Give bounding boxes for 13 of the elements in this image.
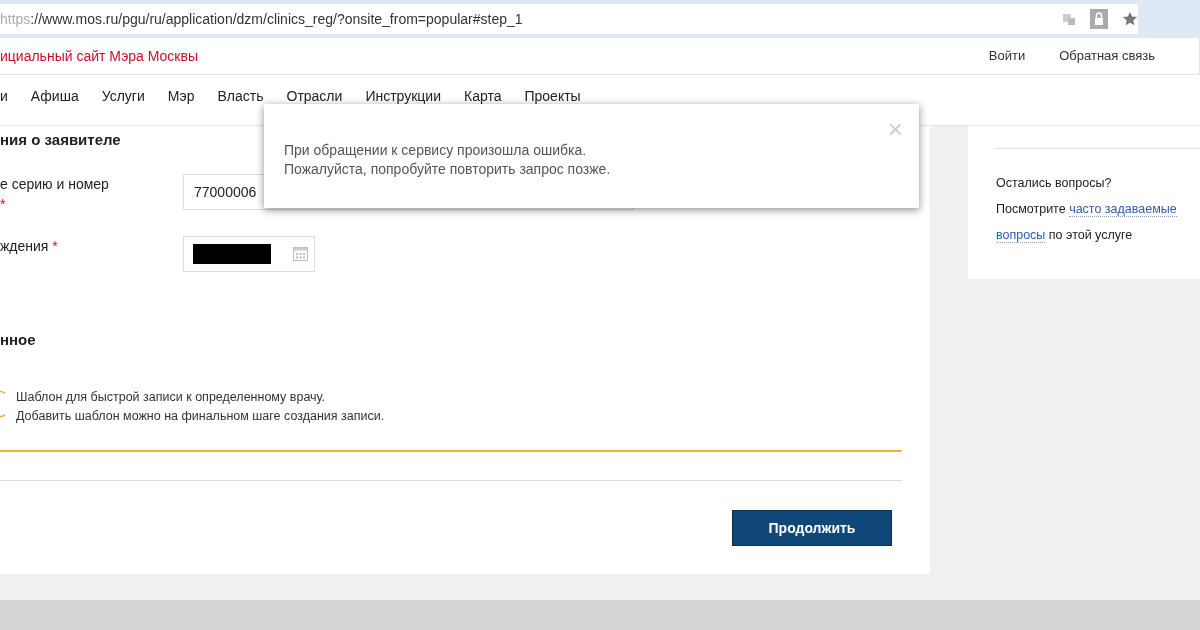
error-message: Пожалуйста, попробуйте повторить запрос позже. xyxy=(284,160,612,179)
error-message: При обращении к сервису произошла ошибка. xyxy=(284,141,588,160)
field-label: е серию и номер xyxy=(0,175,109,192)
field-label: ждения xyxy=(0,237,49,254)
faq-text: Посмотрите часто задаваемые вопросы по этой услуге xyxy=(996,200,1178,245)
field-value: 77000006 xyxy=(194,183,257,200)
section-title: нное xyxy=(0,330,36,348)
section-title: ния о заявителе xyxy=(0,130,121,148)
info-text: Шаблон для быстрой записи к определенному врачу. xyxy=(16,389,327,405)
required-mark: * xyxy=(52,237,58,254)
question-text: Остались вопросы? xyxy=(996,174,1113,192)
info-text: Добавить шаблон можно на финальном шаге создания записи. xyxy=(16,408,385,424)
required-mark: * xyxy=(0,195,6,212)
